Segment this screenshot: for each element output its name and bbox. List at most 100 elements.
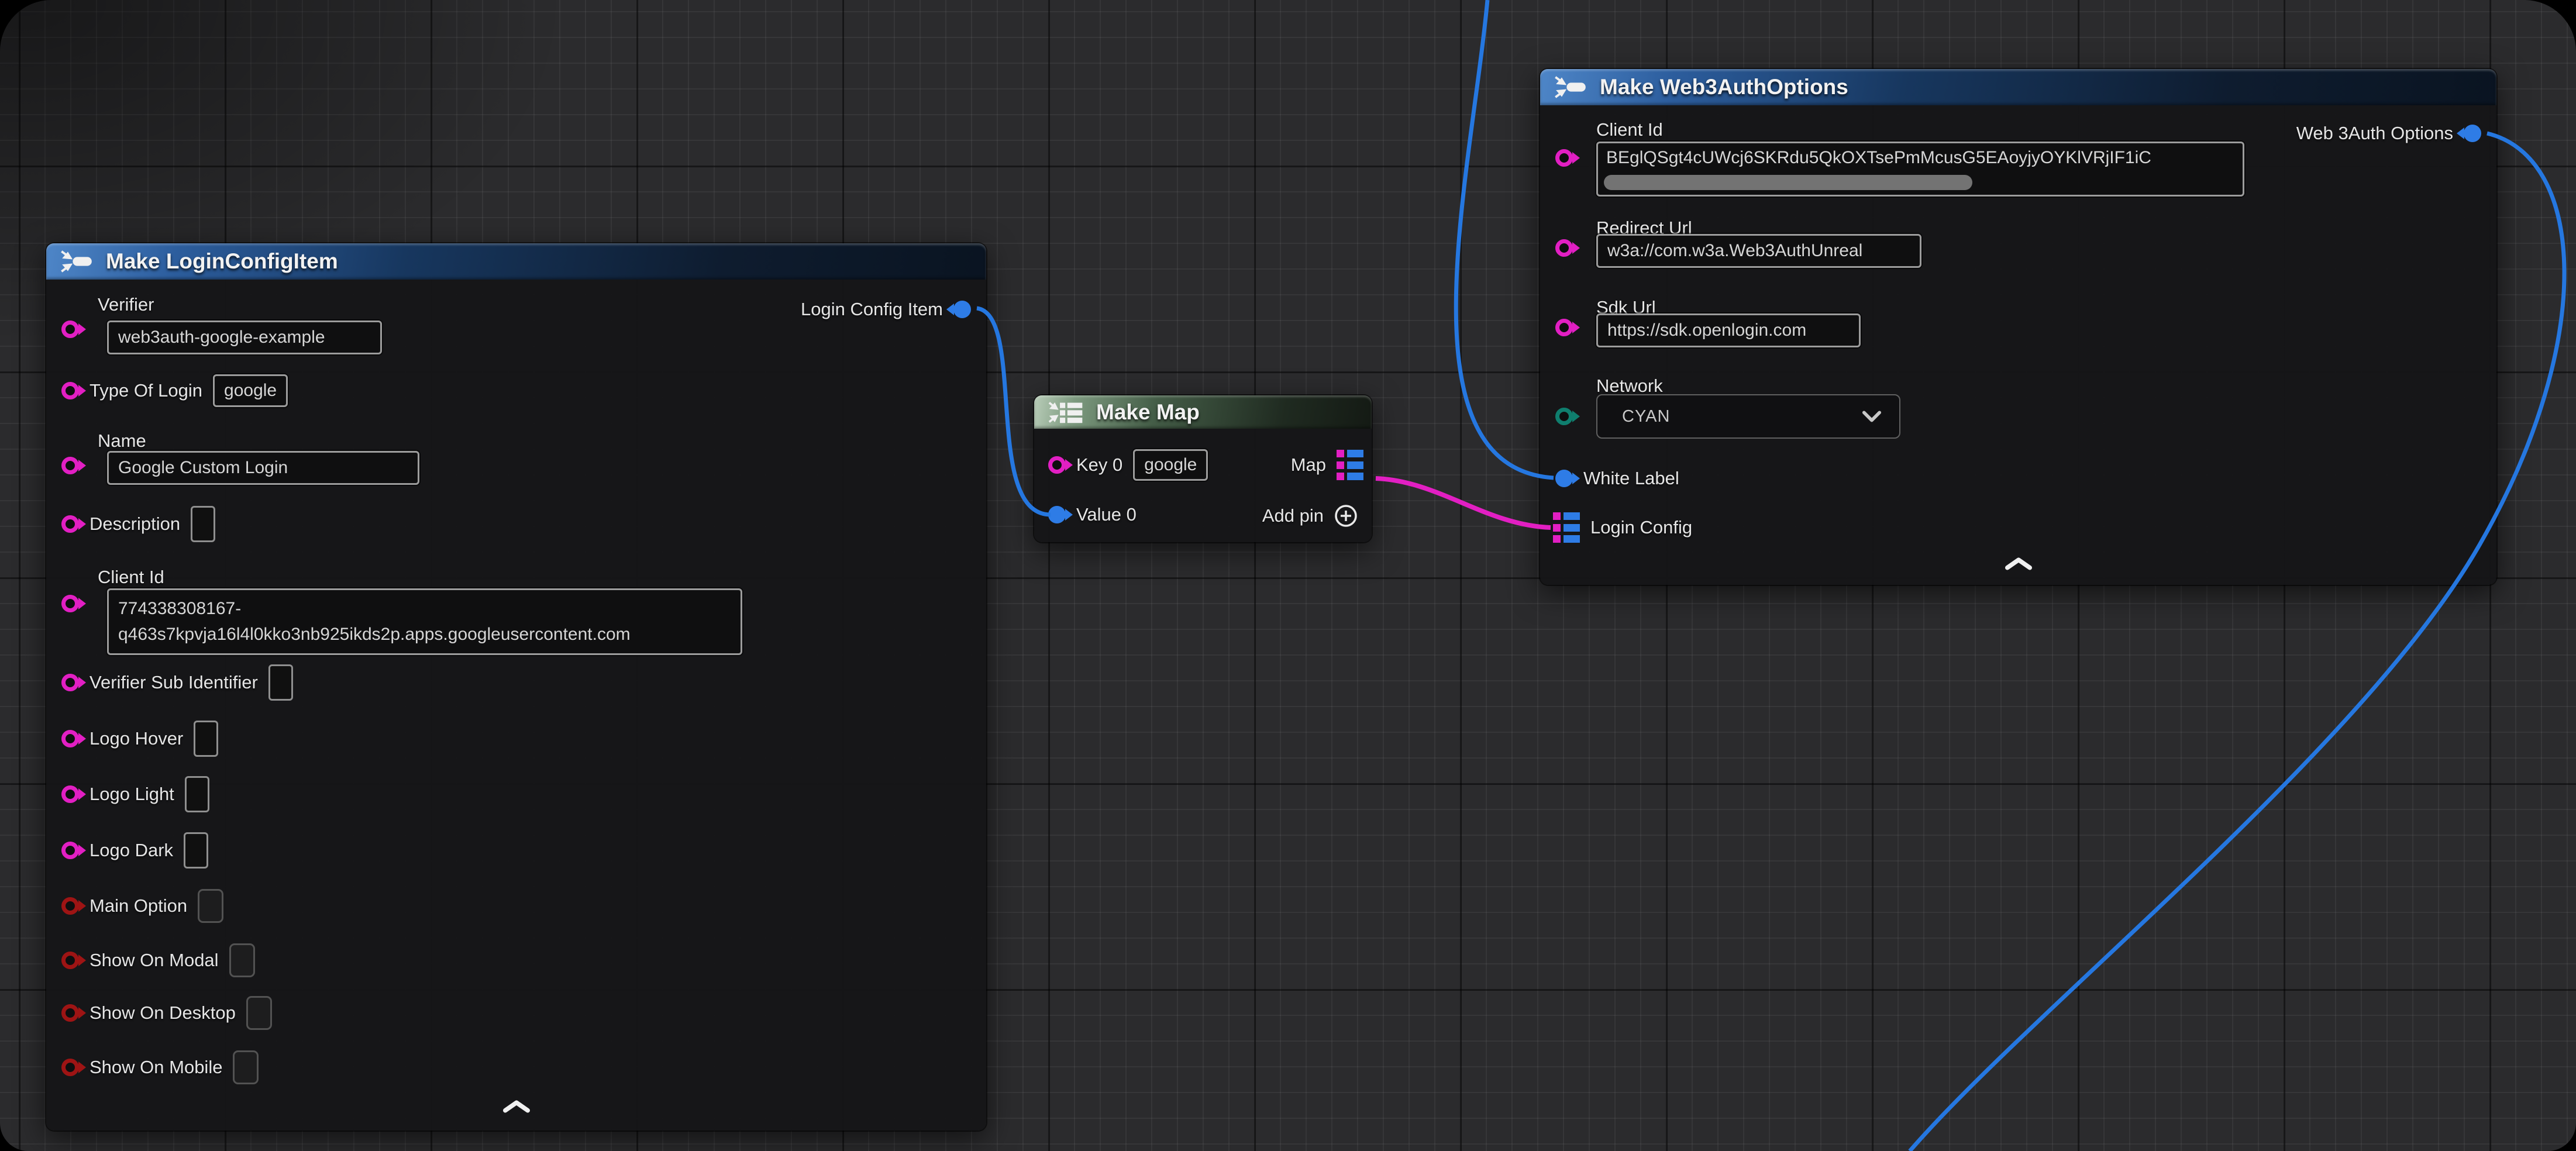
pin-label-client-id: Client Id xyxy=(98,567,164,588)
output-pin-label-map: Map xyxy=(1291,454,1326,475)
input-pin-logo-hover[interactable] xyxy=(61,730,79,747)
node-make-loginconfigitem[interactable]: Make LoginConfigItem Login Config Item V… xyxy=(46,243,986,1131)
pin-label-main-option: Main Option xyxy=(89,895,187,916)
pin-label-network: Network xyxy=(1596,375,1663,397)
pin-label-logo-dark: Logo Dark xyxy=(89,840,173,861)
main-option-checkbox[interactable] xyxy=(198,889,223,923)
client-id-value: BEglQSgt4cUWcj6SKRdu5QkOXTsePmMcusG5EAoy… xyxy=(1606,148,2151,168)
node-make-map[interactable]: Make Map Key 0 google Map Value 0 Add pi… xyxy=(1034,395,1372,542)
output-row-map: Map xyxy=(1291,449,1363,481)
input-pin-show-on-modal[interactable] xyxy=(61,952,79,969)
make-struct-icon xyxy=(1554,75,1588,99)
input-pin-client-id[interactable] xyxy=(61,595,79,612)
redirect-url-field[interactable]: w3a://com.w3a.Web3AuthUnreal xyxy=(1596,234,1921,268)
collapse-chevron-up-icon[interactable] xyxy=(503,1098,530,1116)
pin-label-verifier-sub-identifier: Verifier Sub Identifier xyxy=(89,672,258,693)
input-pin-name[interactable] xyxy=(61,457,79,474)
node-header[interactable]: Make Web3AuthOptions xyxy=(1540,69,2496,105)
node-title: Make Web3AuthOptions xyxy=(1600,75,1848,99)
logo-dark-field[interactable] xyxy=(184,832,208,869)
input-pin-key-0[interactable] xyxy=(1048,456,1066,474)
input-pin-network[interactable] xyxy=(1555,408,1573,425)
verifier-sub-identifier-field[interactable] xyxy=(268,664,293,701)
collapse-chevron-up-icon[interactable] xyxy=(2005,556,2032,574)
output-pin-label: Web 3Auth Options xyxy=(2296,123,2453,144)
make-map-icon xyxy=(1048,399,1084,425)
input-pin-redirect-url[interactable] xyxy=(1555,239,1573,257)
pin-label-logo-hover: Logo Hover xyxy=(89,728,183,749)
show-on-desktop-checkbox[interactable] xyxy=(246,996,272,1030)
input-pin-type-of-login[interactable] xyxy=(61,382,79,399)
pin-label-name: Name xyxy=(98,430,146,452)
pin-label-show-on-mobile: Show On Mobile xyxy=(89,1057,222,1078)
blueprint-editor: Make LoginConfigItem Login Config Item V… xyxy=(0,0,2576,1151)
name-field[interactable]: Google Custom Login xyxy=(107,451,419,485)
pin-label-logo-light: Logo Light xyxy=(89,784,174,805)
pin-label-login-config: Login Config xyxy=(1590,517,1692,538)
input-pin-login-config[interactable] xyxy=(1553,512,1580,543)
input-pin-description[interactable] xyxy=(61,515,79,533)
network-dropdown[interactable]: CYAN xyxy=(1596,394,1900,439)
input-pin-main-option[interactable] xyxy=(61,897,79,915)
add-pin-label: Add pin xyxy=(1262,505,1324,526)
client-id-field[interactable]: BEglQSgt4cUWcj6SKRdu5QkOXTsePmMcusG5EAoy… xyxy=(1596,142,2244,197)
verifier-field[interactable]: web3auth-google-example xyxy=(107,321,382,354)
node-title: Make LoginConfigItem xyxy=(106,249,338,274)
output-row-web3auth-options: Web 3Auth Options xyxy=(2296,123,2481,144)
row-description: Description xyxy=(61,505,215,543)
input-pin-white-label[interactable] xyxy=(1555,470,1573,487)
network-selected-value: CYAN xyxy=(1622,407,1670,426)
client-id-field[interactable]: 774338308167-q463s7kpvja16l4l0kko3nb925i… xyxy=(107,588,742,655)
logo-light-field[interactable] xyxy=(185,776,209,812)
type-of-login-field[interactable]: google xyxy=(213,374,288,407)
row-main-option: Main Option xyxy=(61,888,223,924)
field-horizontal-scrollbar[interactable] xyxy=(1604,175,1972,190)
row-logo-hover: Logo Hover xyxy=(61,719,218,758)
description-field[interactable] xyxy=(191,506,215,542)
output-pin-login-config-item[interactable] xyxy=(953,301,971,318)
output-pin-label: Login Config Item xyxy=(801,299,943,320)
logo-hover-field[interactable] xyxy=(194,721,218,757)
input-pin-show-on-desktop[interactable] xyxy=(61,1004,79,1022)
input-pin-logo-dark[interactable] xyxy=(61,842,79,859)
pin-label-description: Description xyxy=(89,514,180,535)
make-struct-icon xyxy=(60,249,94,274)
row-verifier-sub-identifier: Verifier Sub Identifier xyxy=(61,663,293,702)
input-pin-logo-light[interactable] xyxy=(61,785,79,803)
plus-circle-icon xyxy=(1333,503,1359,529)
row-login-config: Login Config xyxy=(1553,511,1692,544)
row-show-on-modal: Show On Modal xyxy=(61,942,255,978)
row-logo-dark: Logo Dark xyxy=(61,831,208,870)
input-pin-sdk-url[interactable] xyxy=(1555,319,1573,336)
output-row-login-config-item: Login Config Item xyxy=(801,299,971,320)
pin-label-verifier: Verifier xyxy=(98,294,154,315)
row-show-on-desktop: Show On Desktop xyxy=(61,995,272,1031)
row-logo-light: Logo Light xyxy=(61,775,209,814)
chevron-down-icon xyxy=(1862,410,1882,423)
show-on-mobile-checkbox[interactable] xyxy=(233,1050,259,1084)
node-header[interactable]: Make LoginConfigItem xyxy=(46,243,986,280)
row-value-0: Value 0 xyxy=(1048,499,1137,530)
output-pin-map[interactable] xyxy=(1337,450,1363,480)
show-on-modal-checkbox[interactable] xyxy=(229,943,255,977)
pin-label-key-0: Key 0 xyxy=(1076,454,1122,475)
pin-label-type-of-login: Type Of Login xyxy=(89,380,202,401)
input-pin-show-on-mobile[interactable] xyxy=(61,1059,79,1076)
pin-label-show-on-desktop: Show On Desktop xyxy=(89,1002,236,1024)
input-pin-client-id[interactable] xyxy=(1555,149,1573,167)
pin-label-value-0: Value 0 xyxy=(1076,504,1137,525)
node-make-web3authoptions[interactable]: Make Web3AuthOptions Web 3Auth Options C… xyxy=(1540,69,2496,585)
pin-label-client-id: Client Id xyxy=(1596,119,1663,140)
pin-label-show-on-modal: Show On Modal xyxy=(89,950,219,971)
node-title: Make Map xyxy=(1096,400,1200,425)
add-pin-button[interactable]: Add pin xyxy=(1262,502,1359,530)
key-0-field[interactable]: google xyxy=(1133,449,1208,481)
node-header[interactable]: Make Map xyxy=(1034,395,1372,429)
input-pin-verifier-sub-identifier[interactable] xyxy=(61,674,79,691)
sdk-url-field[interactable]: https://sdk.openlogin.com xyxy=(1596,313,1861,347)
input-pin-value-0[interactable] xyxy=(1048,506,1066,523)
input-pin-verifier[interactable] xyxy=(61,321,79,338)
output-pin-web3auth-options[interactable] xyxy=(2464,125,2481,142)
row-white-label: White Label xyxy=(1555,462,1679,495)
pin-label-white-label: White Label xyxy=(1583,468,1679,489)
